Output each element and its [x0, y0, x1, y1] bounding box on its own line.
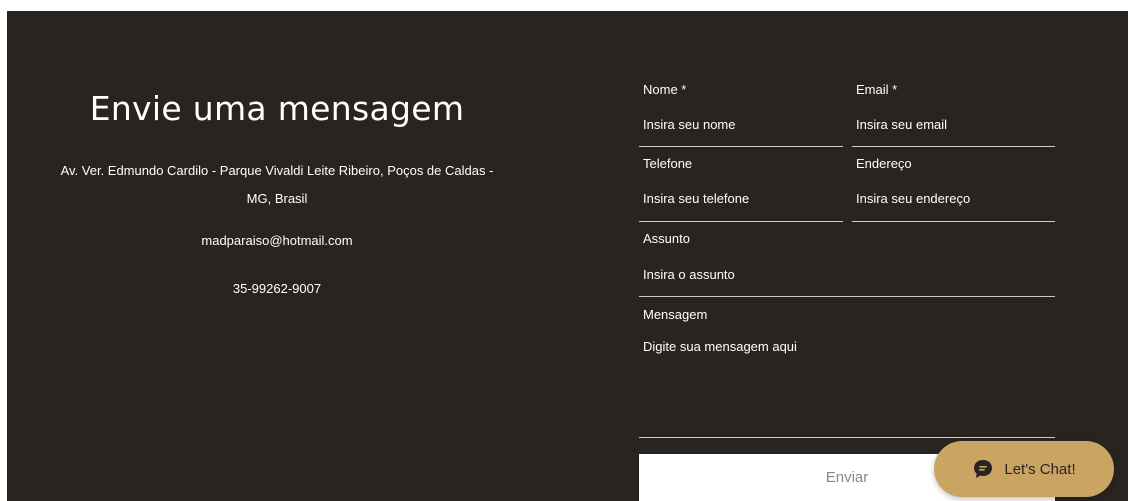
- address-text: Av. Ver. Edmundo Cardilo - Parque Vivald…: [60, 163, 494, 206]
- contact-section: Envie uma mensagem Av. Ver. Edmundo Card…: [7, 11, 1128, 501]
- name-field: Nome *: [639, 82, 843, 147]
- email-label: Email *: [856, 82, 898, 97]
- email-text: madparaiso@hotmail.com: [201, 233, 353, 248]
- subject-input[interactable]: [643, 264, 1051, 284]
- chat-label: Let's Chat!: [1004, 460, 1076, 478]
- message-textarea[interactable]: [643, 339, 1051, 429]
- phone-label: Telefone: [643, 156, 693, 171]
- address-input[interactable]: [856, 188, 1051, 208]
- phone-field: Telefone: [639, 156, 843, 222]
- message-label: Mensagem: [643, 307, 708, 322]
- address-field: Endereço: [852, 156, 1055, 222]
- phone-input[interactable]: [643, 188, 839, 208]
- address-label: Endereço: [856, 156, 912, 171]
- chat-bubble-icon: [972, 458, 994, 480]
- subject-field: Assunto: [639, 231, 1055, 297]
- email-input[interactable]: [856, 114, 1051, 134]
- message-field: Mensagem: [639, 307, 1055, 438]
- chat-button[interactable]: Let's Chat!: [934, 441, 1114, 497]
- email-field: Email *: [852, 82, 1055, 147]
- subject-label: Assunto: [643, 231, 690, 246]
- section-title: Envie uma mensagem: [89, 89, 465, 128]
- name-input[interactable]: [643, 114, 839, 134]
- name-label: Nome *: [643, 82, 687, 97]
- phone-text: 35-99262-9007: [232, 281, 322, 296]
